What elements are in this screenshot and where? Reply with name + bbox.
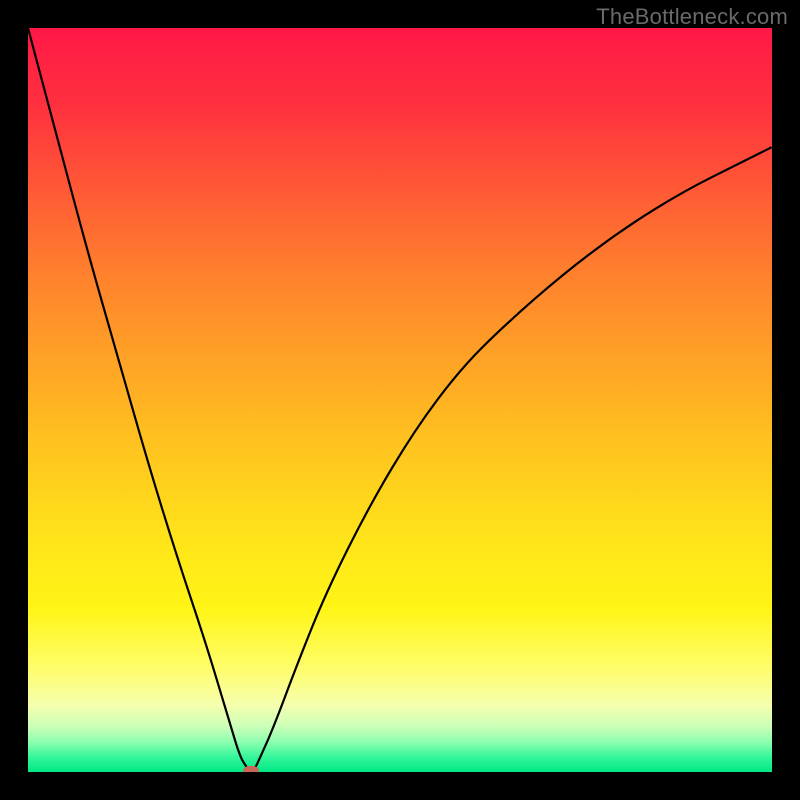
chart-plot-area	[28, 28, 772, 772]
chart-min-marker	[243, 766, 259, 772]
watermark-text: TheBottleneck.com	[596, 4, 788, 30]
chart-frame: TheBottleneck.com	[0, 0, 800, 800]
chart-background-gradient	[28, 28, 772, 772]
